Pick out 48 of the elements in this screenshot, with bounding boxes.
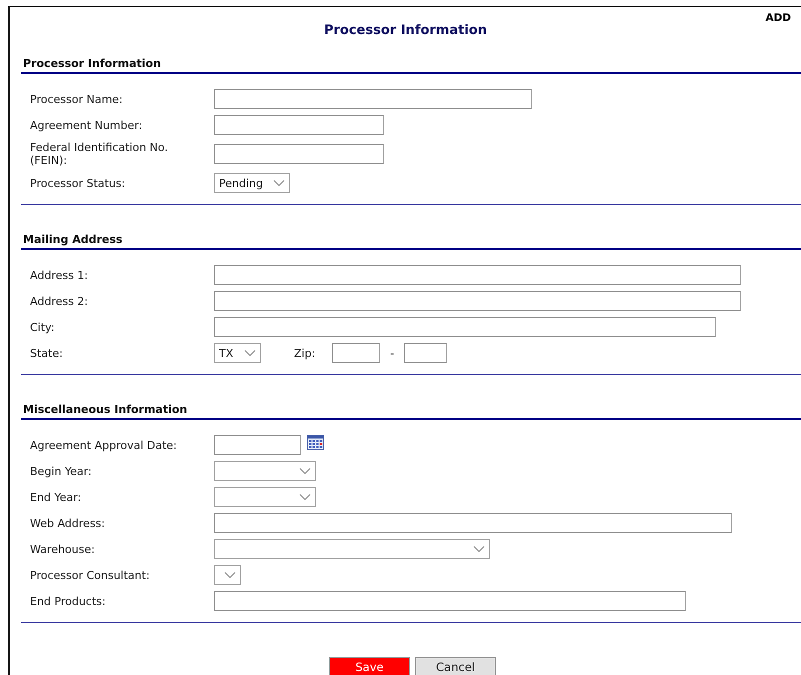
field-label: Warehouse:: [30, 542, 96, 556]
text-field[interactable]: [214, 144, 384, 164]
dropdown[interactable]: [214, 565, 241, 585]
field-label: End Year:: [30, 490, 82, 504]
dropdown[interactable]: [214, 461, 316, 481]
dropdown[interactable]: [214, 487, 316, 507]
field-label: Agreement Number:: [30, 118, 144, 132]
field-label: State:: [30, 346, 64, 360]
text-field[interactable]: [214, 291, 741, 311]
text-field[interactable]: [214, 317, 716, 337]
field-label: Processor Status:: [30, 176, 126, 190]
section-heading: Mailing Address: [21, 233, 801, 250]
save-button[interactable]: Save: [329, 657, 410, 675]
dropdown[interactable]: [214, 539, 490, 559]
text-field[interactable]: [214, 115, 384, 135]
chevron-down-icon: [273, 179, 285, 187]
field-label: Processor Consultant:: [30, 568, 151, 582]
zip-separator: -: [390, 346, 394, 360]
cancel-button[interactable]: Cancel: [415, 657, 496, 675]
text-field[interactable]: [214, 513, 732, 533]
text-field[interactable]: [214, 265, 741, 285]
dropdown[interactable]: TX: [214, 343, 261, 363]
field-label: Web Address:: [30, 516, 106, 530]
chevron-down-icon: [224, 571, 236, 579]
zip-label: Zip:: [294, 346, 316, 360]
text-field[interactable]: [214, 591, 686, 611]
field-label: Federal Identification No. (FEIN):: [30, 141, 169, 167]
field-label: City:: [30, 320, 56, 334]
field-label: Processor Name:: [30, 92, 124, 106]
chevron-down-icon: [299, 467, 311, 475]
field-label: Begin Year:: [30, 464, 93, 478]
page-title: Processor Information: [324, 23, 487, 38]
section-heading: Miscellaneous Information: [21, 403, 801, 420]
calendar-icon[interactable]: [307, 434, 324, 450]
field-label: End Products:: [30, 594, 107, 608]
field-label: Address 1:: [30, 268, 90, 282]
section-heading: Processor Information: [21, 57, 801, 74]
dropdown[interactable]: Pending: [214, 173, 290, 193]
field-label: Agreement Approval Date:: [30, 438, 178, 452]
text-field[interactable]: [214, 89, 532, 109]
chevron-down-icon: [473, 545, 485, 553]
chevron-down-icon: [299, 493, 311, 501]
zip-extension-field[interactable]: [404, 343, 448, 363]
chevron-down-icon: [244, 349, 256, 357]
field-label: Address 2:: [30, 294, 90, 308]
zip-field[interactable]: [332, 343, 380, 363]
date-field[interactable]: [214, 435, 301, 455]
mode-label: ADD: [765, 12, 791, 24]
